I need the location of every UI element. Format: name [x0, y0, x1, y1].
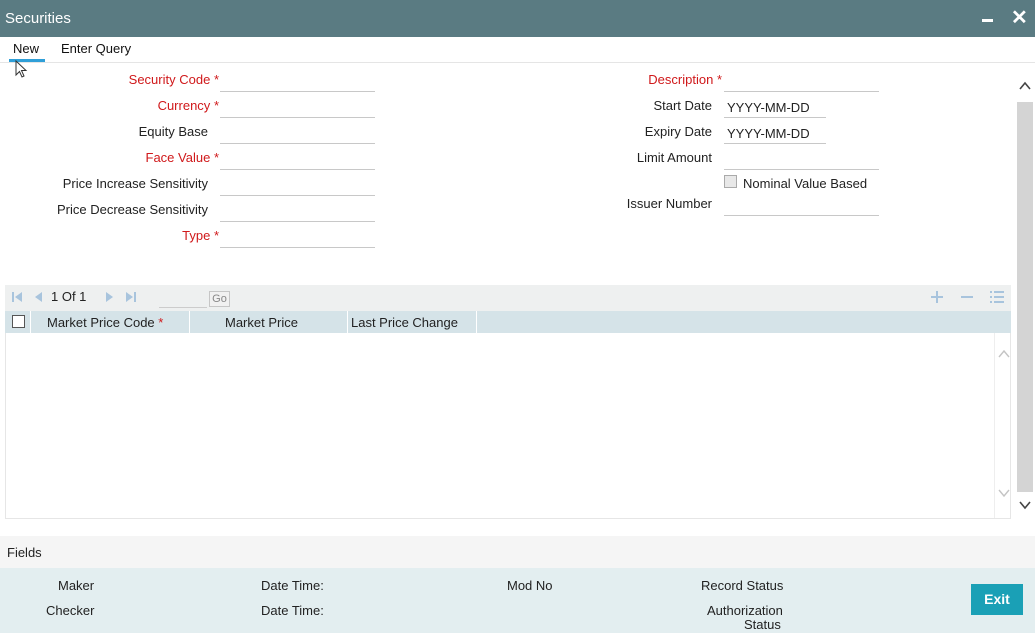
issuer-number-label: Issuer Number — [626, 196, 712, 211]
audit-footer: Maker Checker Date Time: Date Time: Mod … — [0, 568, 1035, 633]
list-view-icon[interactable] — [990, 291, 1004, 303]
security-code-input[interactable] — [220, 68, 375, 92]
nominal-value-based-label: Nominal Value Based — [743, 176, 868, 191]
grid-toolbar: 1 Of 1 Go — [5, 285, 1011, 311]
face-value-input[interactable] — [220, 146, 375, 170]
next-page-icon[interactable] — [104, 291, 116, 303]
nominal-value-based-checkbox[interactable] — [724, 175, 737, 188]
description-label: Description * — [648, 72, 722, 87]
column-market-price-code-label: Market Price Code — [47, 315, 155, 330]
expiry-date-input[interactable] — [724, 120, 826, 144]
column-market-price-code[interactable]: Market Price Code * — [31, 311, 190, 333]
limit-amount-input[interactable] — [724, 146, 879, 170]
price-increase-sensitivity-input[interactable] — [220, 172, 375, 196]
fields-label[interactable]: Fields — [7, 545, 42, 560]
select-all-cell — [5, 311, 31, 333]
select-all-checkbox[interactable] — [12, 315, 25, 328]
start-date-label: Start Date — [653, 98, 712, 113]
face-value-label: Face Value * — [145, 150, 219, 165]
last-page-icon[interactable] — [125, 291, 137, 303]
checker-label: Checker — [46, 603, 95, 618]
scroll-up-icon[interactable] — [1018, 79, 1032, 93]
pager-text: 1 Of 1 — [51, 289, 87, 304]
grid-scroll-down-icon[interactable] — [997, 486, 1011, 500]
equity-base-input[interactable] — [220, 120, 375, 144]
mouse-cursor-icon — [15, 60, 28, 78]
expiry-date-label: Expiry Date — [644, 124, 712, 139]
security-code-label: Security Code * — [128, 72, 219, 87]
checker-date-time-label: Date Time: — [261, 603, 324, 618]
close-button[interactable]: ✕ — [1011, 8, 1028, 28]
limit-amount-label: Limit Amount — [636, 150, 712, 165]
type-label: Type * — [182, 228, 219, 243]
menu-new[interactable]: New — [8, 41, 46, 62]
page-number-input[interactable] — [159, 289, 207, 308]
previous-page-icon[interactable] — [32, 291, 44, 303]
add-row-icon[interactable] — [931, 291, 943, 303]
column-last-price-change[interactable]: Last Price Change — [348, 311, 477, 333]
equity-base-label: Equity Base — [138, 124, 208, 139]
first-page-icon[interactable] — [11, 291, 23, 303]
exit-button[interactable]: Exit — [971, 584, 1023, 615]
mod-no-label: Mod No — [507, 578, 553, 593]
authorization-status-label-line2: Status — [744, 617, 781, 632]
price-decrease-sensitivity-label: Price Decrease Sensitivity — [57, 202, 208, 217]
grid-header: Market Price Code * Market Price Last Pr… — [5, 311, 1011, 333]
type-input[interactable] — [220, 224, 375, 248]
price-increase-sensitivity-label: Price Increase Sensitivity — [62, 176, 208, 191]
menu-bar: New Enter Query — [0, 37, 1035, 63]
menu-enter-query[interactable]: Enter Query — [61, 41, 131, 56]
maker-date-time-label: Date Time: — [261, 578, 324, 593]
issuer-number-input[interactable] — [724, 192, 879, 216]
maker-label: Maker — [58, 578, 95, 593]
required-marker: * — [158, 315, 164, 330]
scroll-thumb[interactable] — [1017, 102, 1033, 492]
delete-row-icon[interactable] — [961, 291, 973, 303]
fields-bar[interactable]: Fields — [0, 536, 1035, 568]
grid-body — [5, 333, 1011, 519]
authorization-status-label-line1: Authorization — [707, 603, 783, 618]
start-date-input[interactable] — [724, 94, 826, 118]
currency-input[interactable] — [220, 94, 375, 118]
form-scrollbar[interactable] — [1015, 70, 1035, 520]
price-decrease-sensitivity-input[interactable] — [220, 198, 375, 222]
currency-label: Currency * — [157, 98, 219, 113]
window-title: Securities — [5, 10, 71, 27]
record-status-label: Record Status — [701, 578, 784, 593]
grid-scroll-up-icon[interactable] — [997, 347, 1011, 361]
column-market-price[interactable]: Market Price — [190, 311, 348, 333]
grid-scrollbar[interactable] — [994, 333, 1012, 518]
description-input[interactable] — [724, 68, 879, 92]
minimize-button[interactable] — [982, 12, 994, 26]
scroll-down-icon[interactable] — [1018, 498, 1032, 512]
window-titlebar: Securities ✕ — [0, 0, 1035, 37]
go-button[interactable]: Go — [209, 291, 230, 307]
